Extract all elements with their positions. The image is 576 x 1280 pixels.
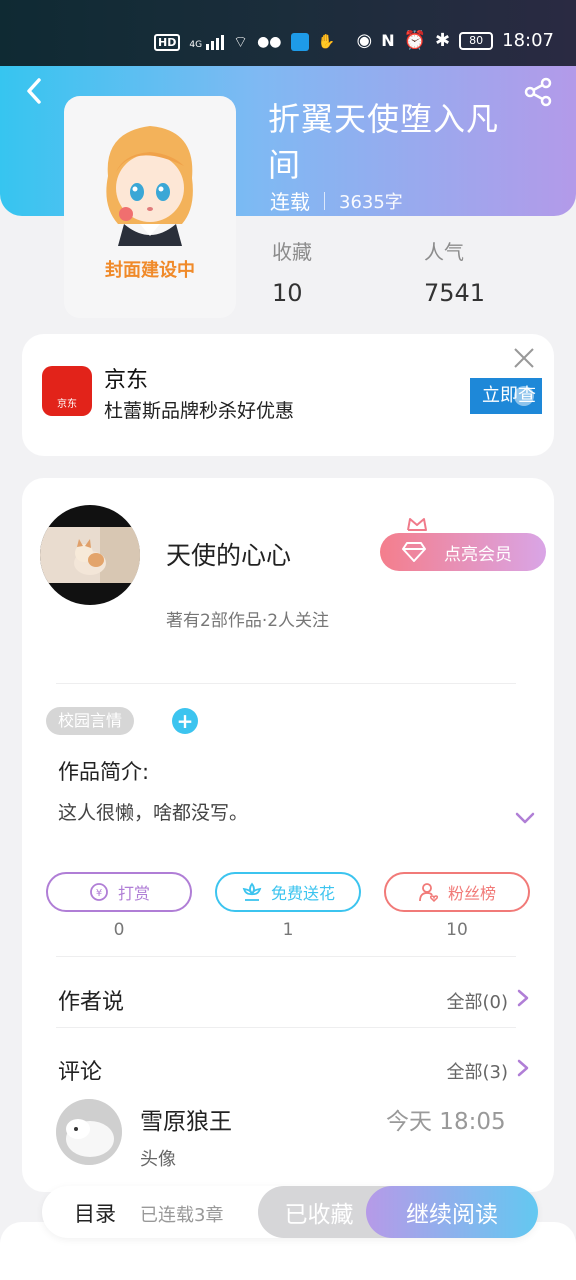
diamond-icon <box>402 542 426 562</box>
crown-icon <box>407 518 427 531</box>
genre-tag[interactable]: 校园言情 <box>46 707 135 735</box>
serial-status: 连载 <box>270 190 310 214</box>
fan-ranking-button[interactable]: 粉丝榜 <box>384 872 530 912</box>
stat-label: 人气 <box>424 240 464 264</box>
book-cover[interactable]: 封面建设中 <box>64 96 236 318</box>
comments-all-link[interactable]: 全部(3) <box>447 1058 509 1084</box>
status-left-icons: HD 4G ⌔ ●● ✋ <box>154 32 335 52</box>
signal-label: 4G <box>189 39 203 50</box>
author-says-title: 作者说 <box>58 990 125 1015</box>
hd-badge: HD <box>154 33 181 51</box>
divider <box>56 1027 516 1028</box>
divider <box>56 956 516 957</box>
intro-text: 这人很懒，啥都没写。 <box>58 802 249 824</box>
battery-level: 80 <box>469 34 484 47</box>
back-arrow-icon[interactable] <box>20 76 50 106</box>
flower-icon <box>242 882 262 901</box>
toc-button[interactable]: 目录 <box>74 1198 116 1228</box>
stat-value: 7541 <box>424 279 486 307</box>
alarm-icon: ⏰ <box>403 30 427 51</box>
cover-placeholder-label: 封面建设中 <box>105 260 195 281</box>
chevron-down-icon[interactable] <box>514 810 536 826</box>
vip-label: 点亮会员 <box>444 544 512 565</box>
author-summary: 著有2部作品·2人关注 <box>166 611 330 631</box>
reward-label: 打赏 <box>117 884 150 903</box>
continue-reading-label: 继续阅读 <box>406 1202 498 1228</box>
nfc-icon: N <box>381 31 395 50</box>
reward-button[interactable]: ¥ 打赏 <box>46 872 192 912</box>
comment-text: 头像 <box>140 1149 176 1170</box>
ad-brand-name: 京东 <box>104 368 149 393</box>
add-tag-button[interactable]: + <box>172 708 198 734</box>
stat-value: 10 <box>272 279 303 307</box>
book-title: 折翼天使堕入凡间 <box>268 100 500 184</box>
bluetooth-icon: ✱ <box>435 30 451 51</box>
ad-cta-button[interactable]: 立即查 <box>470 378 542 414</box>
vip-button[interactable]: 点亮会员 <box>380 533 546 571</box>
comments-title: 评论 <box>58 1060 103 1085</box>
meta-divider <box>324 191 325 210</box>
author-says-all-link[interactable]: 全部(0) <box>447 988 509 1014</box>
reward-count: 0 <box>113 920 125 940</box>
send-flower-label: 免费送花 <box>270 884 335 903</box>
chevron-right-icon[interactable] <box>516 988 530 1008</box>
word-count: 3635字 <box>339 191 403 213</box>
chapter-count: 已连载3章 <box>140 1205 224 1226</box>
app-notification-icon <box>290 33 309 51</box>
stat-favorites: 收藏 10 <box>272 236 312 307</box>
signal-icon: 4G <box>189 34 225 50</box>
comment-time: 今天 18:05 <box>386 1109 506 1135</box>
wechat-icon: ●● <box>257 34 282 50</box>
author-avatar[interactable] <box>40 505 140 605</box>
continue-reading-button[interactable]: 继续阅读 <box>366 1186 538 1238</box>
fan-person-icon <box>419 883 439 903</box>
svg-text:¥: ¥ <box>96 888 102 899</box>
intro-heading: 作品简介: <box>58 760 150 784</box>
wifi-icon: ⌔ <box>233 32 249 51</box>
chevron-right-icon[interactable] <box>516 1058 530 1078</box>
jd-logo-icon: 京东 <box>42 366 92 416</box>
fan-count: 10 <box>446 920 468 940</box>
yen-coin-icon: ¥ <box>90 883 108 901</box>
status-right-icons: ◉ N ⏰ ✱ 80 18:07 <box>357 30 555 51</box>
battery-icon: 80 <box>459 31 494 50</box>
author-name[interactable]: 天使的心心 <box>166 536 291 572</box>
send-flower-button[interactable]: 免费送花 <box>215 872 361 912</box>
stat-popularity: 人气 7541 <box>424 236 485 307</box>
status-bar: HD 4G ⌔ ●● ✋ ◉ N ⏰ ✱ 80 18:07 <box>0 0 576 66</box>
eye-icon: ◉ <box>356 30 373 51</box>
ad-description: 杜蕾斯品牌秒杀好优惠 <box>104 400 295 422</box>
ad-logo-text: 京东 <box>57 399 77 410</box>
cat-photo-icon <box>40 527 140 583</box>
stat-label: 收藏 <box>272 240 312 264</box>
cover-character-illustration <box>106 126 193 246</box>
flower-count: 1 <box>282 920 294 940</box>
commenter-name[interactable]: 雪原狼王 <box>140 1102 232 1136</box>
close-icon[interactable] <box>512 346 536 370</box>
touch-indicator-icon <box>514 386 534 406</box>
book-meta: 连载 3635字 <box>270 186 403 215</box>
clock: 18:07 <box>502 30 554 51</box>
white-cat-photo-icon <box>56 1099 122 1165</box>
hand-icon: ✋ <box>317 34 335 50</box>
favorited-label: 已收藏 <box>284 1202 354 1228</box>
fan-ranking-label: 粉丝榜 <box>447 884 496 903</box>
divider <box>56 683 516 684</box>
commenter-avatar[interactable] <box>56 1099 122 1165</box>
